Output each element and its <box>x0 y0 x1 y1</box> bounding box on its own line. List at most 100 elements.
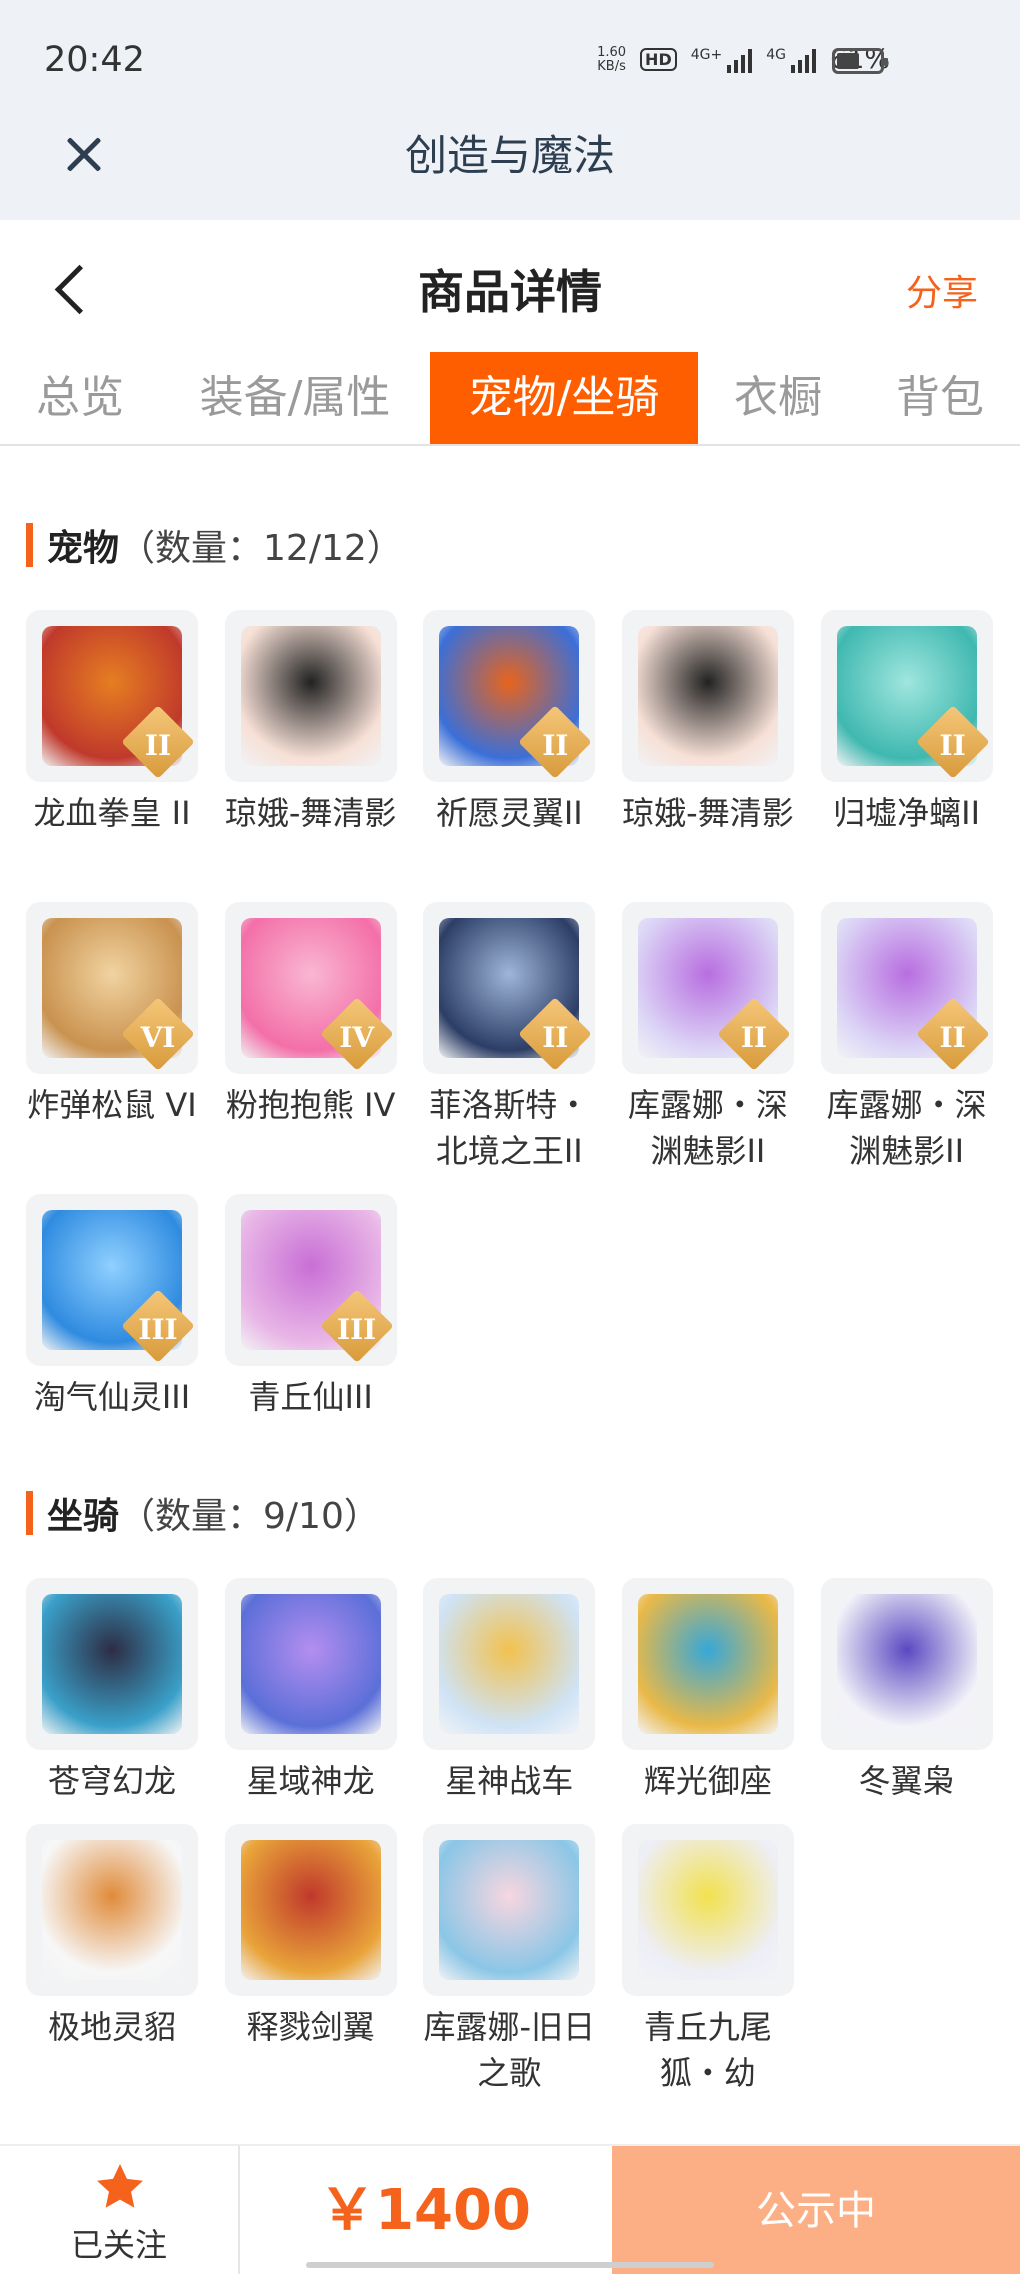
pet-name: 粉抱抱熊 IV <box>225 1086 396 1124</box>
net-speed: 1.60 KB/s <box>597 44 627 74</box>
pet-name: 库露娜・深渊魅影II <box>826 1086 987 1170</box>
chang-e-dancer-icon <box>637 626 778 766</box>
pets-title: 宠物 <box>47 528 120 569</box>
mount-name: 库露娜-旧日之歌 <box>423 2008 596 2092</box>
section-marker <box>26 1491 33 1535</box>
mount-name: 释戮剑翼 <box>246 2008 375 2046</box>
pets-section-title: 宠物 （数量：12/12） <box>26 520 403 570</box>
tier-badge-label: III <box>138 1313 178 1346</box>
mount-card[interactable]: 星神战车 <box>423 1578 596 1804</box>
mount-card[interactable]: 青丘九尾狐・幼 <box>621 1824 794 2096</box>
pet-thumbnail[interactable]: II <box>423 610 596 782</box>
pet-thumbnail[interactable] <box>621 610 794 782</box>
signal-icon-sim1: 4G+ <box>691 47 753 73</box>
mount-name: 极地灵貂 <box>47 2008 176 2046</box>
golden-throne-icon <box>637 1594 778 1734</box>
pet-thumbnail[interactable]: II <box>423 902 596 1074</box>
mount-thumbnail[interactable] <box>26 1578 198 1750</box>
tier-badge-label: II <box>542 729 569 762</box>
tab-overview[interactable]: 总览 <box>10 352 150 444</box>
pet-thumbnail[interactable]: II <box>621 902 794 1074</box>
pet-thumbnail[interactable]: II <box>820 902 993 1074</box>
pet-thumbnail[interactable] <box>224 610 397 782</box>
status-button[interactable]: 公示中 <box>612 2146 1020 2274</box>
page-title: 商品详情 <box>418 265 602 319</box>
mount-thumbnail[interactable] <box>621 1824 794 1996</box>
tier-badge-label: IV <box>339 1021 375 1054</box>
mount-thumbnail[interactable] <box>423 1824 596 1996</box>
pet-thumbnail[interactable]: IV <box>224 902 397 1074</box>
mount-thumbnail[interactable] <box>26 1824 198 1996</box>
mount-thumbnail[interactable] <box>224 1578 397 1750</box>
mount-thumbnail[interactable] <box>820 1578 993 1750</box>
pet-card[interactable]: II 库露娜・深渊魅影II <box>621 902 794 1174</box>
tab-pets-mounts[interactable]: 宠物/坐骑 <box>430 352 698 444</box>
pet-card[interactable]: III 淘气仙灵III <box>26 1194 198 1420</box>
mount-thumbnail[interactable] <box>621 1578 794 1750</box>
tab-equipment[interactable]: 装备/属性 <box>180 352 410 444</box>
star-chariot-icon <box>439 1594 580 1734</box>
kuluna-song-icon <box>439 1840 580 1980</box>
mounts-title: 坐骑 <box>47 1496 120 1537</box>
mount-thumbnail[interactable] <box>224 1824 397 1996</box>
mount-card[interactable]: 冬翼枭 <box>820 1578 993 1804</box>
signal-icon-sim2: 4G <box>766 47 816 73</box>
section-marker <box>26 523 33 567</box>
pet-card[interactable]: II 归墟净螭II <box>820 610 993 836</box>
pet-thumbnail[interactable]: III <box>224 1194 397 1366</box>
mount-card[interactable]: 星域神龙 <box>224 1578 397 1804</box>
tier-badge-label: II <box>542 1021 569 1054</box>
app-title: 创造与魔法 <box>404 131 615 180</box>
mount-name: 青丘九尾狐・幼 <box>643 2008 772 2092</box>
pet-card[interactable]: II 祈愿灵翼II <box>423 610 596 836</box>
mount-name: 冬翼枭 <box>858 1762 955 1800</box>
pet-thumbnail[interactable]: VI <box>26 902 198 1074</box>
pet-name: 淘气仙灵III <box>33 1378 191 1416</box>
sim1-label: 4G+ <box>690 46 723 63</box>
pet-name: 菲洛斯特・北境之王II <box>429 1086 590 1170</box>
tab-backpack[interactable]: 背包 <box>870 352 1010 444</box>
follow-button[interactable]: 已关注 <box>0 2146 240 2274</box>
mount-card[interactable]: 库露娜-旧日之歌 <box>423 1824 596 2096</box>
tab-wardrobe[interactable]: 衣橱 <box>718 352 838 444</box>
pet-card[interactable]: II 库露娜・深渊魅影II <box>820 902 993 1174</box>
star-dragon-icon <box>240 1594 381 1734</box>
pet-card[interactable]: IV 粉抱抱熊 IV <box>224 902 397 1128</box>
tier-badge-label: III <box>336 1313 377 1346</box>
net-speed-unit: KB/s <box>597 58 626 74</box>
pet-card[interactable]: 琼娥-舞清影 <box>224 610 397 836</box>
pet-thumbnail[interactable]: II <box>820 610 993 782</box>
status-bar: 20:42 1.60 KB/s HD 4G+ 4G 61% <box>0 0 1020 110</box>
pet-card[interactable]: II 菲洛斯特・北境之王II <box>423 902 596 1174</box>
pet-card[interactable]: III 青丘仙III <box>224 1194 397 1420</box>
mount-name: 星域神龙 <box>246 1762 375 1800</box>
mount-card[interactable]: 辉光御座 <box>621 1578 794 1804</box>
pet-thumbnail[interactable]: II <box>26 610 198 782</box>
pet-name: 琼娥-舞清影 <box>224 794 397 832</box>
net-speed-value: 1.60 <box>597 44 627 60</box>
page-header: 商品详情 分享 <box>0 220 1020 340</box>
tier-badge-label: VI <box>140 1021 176 1054</box>
sim2-label: 4G <box>766 46 786 63</box>
pet-card[interactable]: VI 炸弹松鼠 VI <box>26 902 198 1128</box>
pet-name: 炸弹松鼠 VI <box>27 1086 197 1124</box>
mount-card[interactable]: 苍穹幻龙 <box>26 1578 198 1804</box>
tab-bar: 总览 装备/属性 宠物/坐骑 衣橱 背包 <box>0 340 1020 446</box>
mount-card[interactable]: 极地灵貂 <box>26 1824 198 2050</box>
mount-name: 辉光御座 <box>643 1762 772 1800</box>
tier-badge-label: II <box>740 1021 768 1054</box>
home-indicator <box>306 2262 714 2268</box>
mount-name: 苍穹幻龙 <box>47 1762 176 1800</box>
pet-card[interactable]: II 龙血拳皇 II <box>26 610 198 836</box>
pet-card[interactable]: 琼娥-舞清影 <box>621 610 794 836</box>
mount-thumbnail[interactable] <box>423 1578 596 1750</box>
sky-dragon-icon <box>42 1594 182 1734</box>
bottom-bar: 已关注 ￥1400 公示中 <box>0 2144 1020 2274</box>
pet-thumbnail[interactable]: III <box>26 1194 198 1366</box>
pet-name: 祈愿灵翼II <box>435 794 583 832</box>
app-bar: 创造与魔法 <box>0 110 1020 220</box>
share-button[interactable]: 分享 <box>906 264 978 316</box>
battery-icon <box>832 48 888 74</box>
mount-card[interactable]: 释戮剑翼 <box>224 1824 397 2050</box>
pet-name: 龙血拳皇 II <box>33 794 191 832</box>
